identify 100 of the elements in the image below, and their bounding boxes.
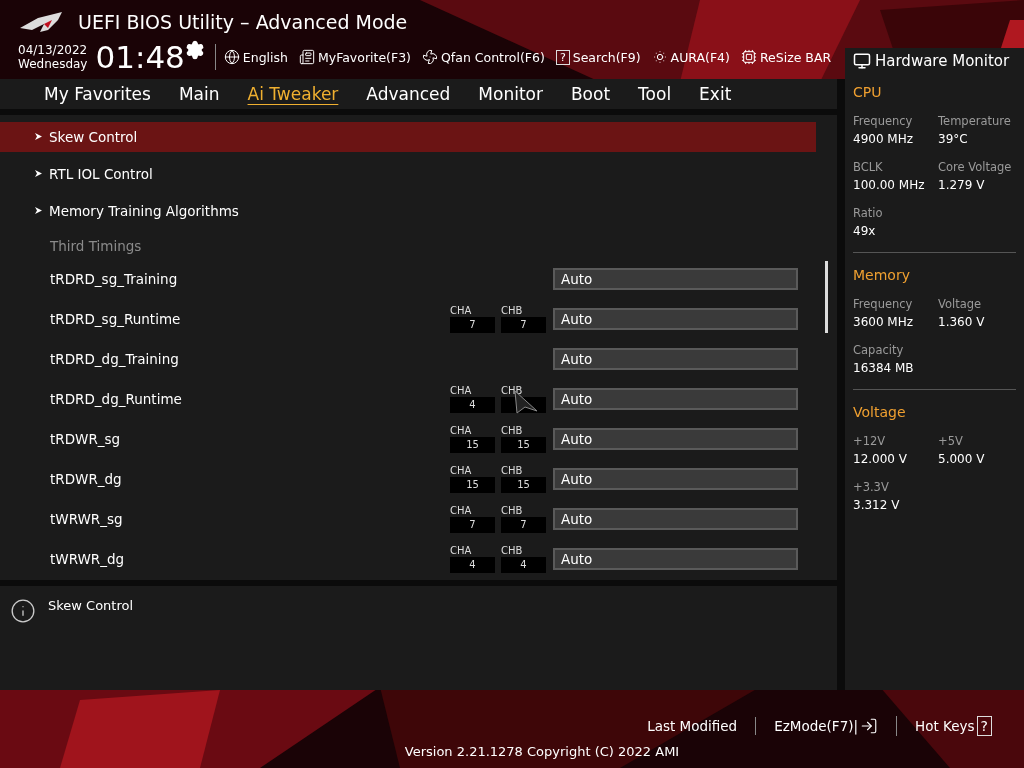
channel-label: CHB bbox=[501, 424, 524, 437]
menu-tab[interactable]: Tool bbox=[624, 83, 686, 104]
stat-value: 1.360 V bbox=[938, 314, 986, 329]
footer-button[interactable]: Last Modified bbox=[629, 717, 756, 734]
stat-label: Frequency bbox=[853, 113, 914, 128]
menu-tab[interactable]: My Favorites bbox=[30, 83, 165, 104]
panel-title: Hardware Monitor bbox=[875, 51, 1010, 70]
submenu-label: Memory Training Algorithms bbox=[49, 202, 239, 219]
channel-value: 7 bbox=[501, 316, 546, 333]
toolbar-button[interactable]: ReSize BAR bbox=[740, 49, 832, 65]
help-text: Skew Control bbox=[48, 597, 134, 615]
channel-label: CHA bbox=[450, 544, 473, 557]
setting-dropdown[interactable]: Auto bbox=[553, 267, 798, 290]
date-text: 04/13/2022 bbox=[18, 43, 88, 57]
stat-value: 1.279 V bbox=[938, 177, 986, 192]
toolbar-button[interactable]: MyFavorite(F3) bbox=[298, 49, 411, 65]
stat-value: 5.000 V bbox=[938, 451, 986, 466]
setting-row[interactable]: tRDWR_sg CHA 15 CHB 15 Auto bbox=[0, 418, 816, 459]
section-title: Voltage bbox=[853, 403, 907, 420]
setting-dropdown[interactable]: Auto bbox=[553, 347, 798, 370]
section-title: Memory bbox=[853, 266, 911, 283]
channel-label: CHB bbox=[501, 304, 524, 317]
setting-label: tRDRD_dg_Runtime bbox=[50, 390, 183, 407]
submenu-item[interactable]: Skew Control bbox=[0, 121, 816, 152]
exit-icon bbox=[860, 716, 879, 735]
channel-label: CHA bbox=[450, 304, 473, 317]
stat-label: +5V bbox=[938, 433, 964, 448]
channel-value: 4 bbox=[501, 556, 546, 573]
channel-label: CHB bbox=[501, 544, 524, 557]
setting-dropdown[interactable]: Auto bbox=[553, 547, 798, 570]
submenu-label: RTL IOL Control bbox=[49, 165, 153, 182]
menu-tab[interactable]: Boot bbox=[556, 83, 625, 104]
monitor-icon bbox=[853, 51, 871, 70]
stat-value: 100.00 MHz bbox=[853, 177, 926, 192]
stat-value: 12.000 V bbox=[853, 451, 908, 466]
stat-value: 49x bbox=[853, 223, 877, 238]
channel-label: CHB bbox=[501, 384, 524, 397]
menu-tab[interactable]: Main bbox=[164, 83, 234, 104]
help-icon: ? bbox=[555, 49, 570, 65]
setting-label: tRDRD_dg_Training bbox=[50, 350, 180, 367]
toolbar-button[interactable]: ? Search(F9) bbox=[555, 49, 641, 65]
footer-button[interactable]: EzMode(F7)| bbox=[755, 716, 897, 735]
menu-tab[interactable]: Monitor bbox=[464, 83, 557, 104]
toolbar-button[interactable]: English bbox=[223, 49, 288, 65]
menu-tab[interactable]: Exit bbox=[685, 83, 746, 104]
submenu-label: Skew Control bbox=[49, 128, 138, 145]
clock-time: 01:48 bbox=[95, 40, 185, 74]
section-heading: Third Timings bbox=[49, 236, 143, 256]
stat-label: Core Voltage bbox=[938, 159, 1013, 174]
stat-value: 4900 MHz bbox=[853, 131, 915, 146]
settings-icon[interactable] bbox=[184, 40, 205, 60]
menu-tab[interactable]: Advanced bbox=[352, 83, 465, 104]
setting-label: tRDWR_dg bbox=[50, 470, 123, 487]
channel-label: CHA bbox=[450, 464, 473, 477]
menu-tab[interactable]: Ai Tweaker bbox=[233, 83, 353, 104]
toolbar-button[interactable]: Qfan Control(F6) bbox=[422, 49, 545, 65]
chip-icon bbox=[740, 49, 757, 65]
setting-row[interactable]: tRDWR_dg CHA 15 CHB 15 Auto bbox=[0, 458, 816, 499]
setting-row[interactable]: tWRWR_sg CHA 7 CHB 7 Auto bbox=[0, 498, 816, 539]
section-title: CPU bbox=[853, 83, 883, 100]
setting-dropdown[interactable]: Auto bbox=[553, 427, 798, 450]
stat-value: 16384 MB bbox=[853, 360, 915, 375]
setting-dropdown[interactable]: Auto bbox=[553, 307, 798, 330]
stat-value: 3600 MHz bbox=[853, 314, 915, 329]
channel-label: CHB bbox=[501, 464, 524, 477]
stat-value: 3.312 V bbox=[853, 497, 901, 512]
setting-row[interactable]: tRDRD_dg_Training Auto bbox=[0, 338, 816, 379]
setting-row[interactable]: tRDRD_sg_Runtime CHA 7 CHB 7 Auto bbox=[0, 298, 816, 339]
scrollbar-thumb[interactable] bbox=[825, 260, 828, 333]
setting-dropdown[interactable]: Auto bbox=[553, 507, 798, 530]
channel-label: CHA bbox=[450, 384, 473, 397]
setting-label: tWRWR_sg bbox=[50, 510, 124, 527]
submenu-item[interactable]: Memory Training Algorithms bbox=[0, 195, 816, 226]
channel-label: CHA bbox=[450, 504, 473, 517]
setting-row[interactable]: tRDRD_sg_Training Auto bbox=[0, 258, 816, 299]
channel-label: CHA bbox=[450, 424, 473, 437]
channel-label: CHB bbox=[501, 504, 524, 517]
setting-label: tWRWR_dg bbox=[50, 550, 126, 567]
version-text: Version 2.21.1278 Copyright (C) 2022 AMI bbox=[404, 743, 680, 759]
light-icon bbox=[651, 49, 668, 65]
channel-value: 4 bbox=[450, 396, 495, 413]
stat-label: +3.3V bbox=[853, 479, 890, 494]
submenu-item[interactable]: RTL IOL Control bbox=[0, 158, 816, 189]
channel-value: 4 bbox=[450, 556, 495, 573]
setting-dropdown[interactable]: Auto bbox=[553, 387, 798, 410]
channel-value: 15 bbox=[450, 476, 495, 493]
arrow-icon bbox=[34, 169, 43, 179]
channel-value: 7 bbox=[501, 516, 546, 533]
help-icon: ? bbox=[976, 715, 992, 736]
channel-value: 7 bbox=[450, 516, 495, 533]
toolbar-button[interactable]: AURA(F4) bbox=[651, 49, 730, 65]
setting-dropdown[interactable]: Auto bbox=[553, 467, 798, 490]
stat-label: Capacity bbox=[853, 342, 905, 357]
setting-row[interactable]: tWRWR_dg CHA 4 CHB 4 Auto bbox=[0, 538, 816, 579]
stat-label: Voltage bbox=[938, 296, 983, 311]
list-icon bbox=[298, 49, 315, 65]
setting-row[interactable]: tRDRD_dg_Runtime CHA 4 CHB Auto bbox=[0, 378, 816, 419]
setting-label: tRDWR_sg bbox=[50, 430, 122, 447]
arrow-icon bbox=[34, 132, 43, 142]
channel-value: 7 bbox=[450, 316, 495, 333]
